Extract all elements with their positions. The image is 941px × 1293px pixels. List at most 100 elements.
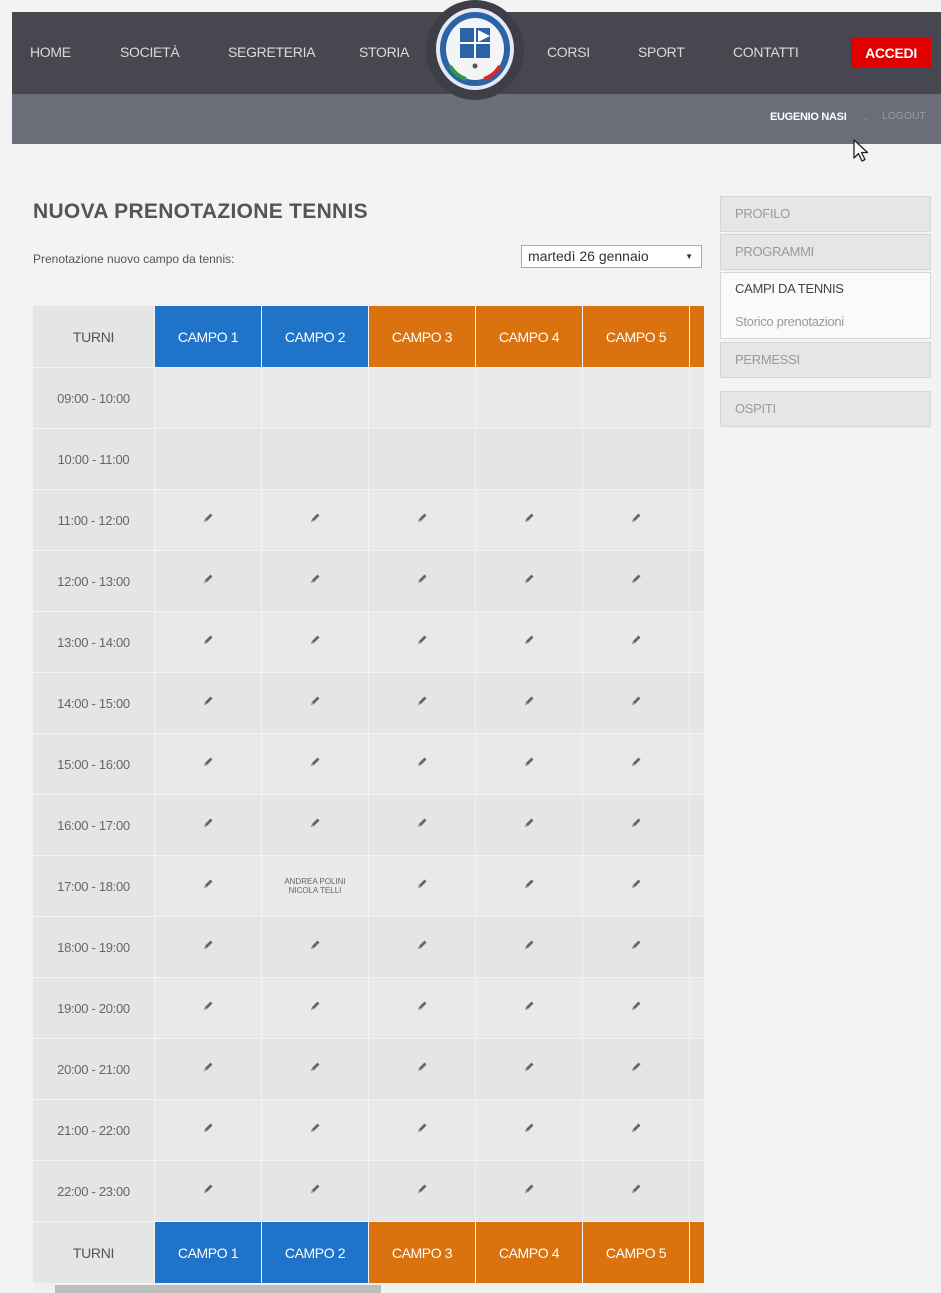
slot-cell[interactable] xyxy=(583,1100,689,1160)
scrollbar-thumb[interactable] xyxy=(55,1285,381,1293)
pencil-icon[interactable] xyxy=(416,999,428,1017)
pencil-icon[interactable] xyxy=(202,755,214,773)
pencil-icon[interactable] xyxy=(416,877,428,895)
slot-cell[interactable] xyxy=(155,856,261,916)
slot-cell[interactable] xyxy=(369,1039,475,1099)
slot-cell[interactable] xyxy=(583,795,689,855)
sidebar-item-ospiti[interactable]: OSPITI xyxy=(720,391,931,427)
nav-contatti[interactable]: CONTATTI xyxy=(733,44,799,60)
slot-cell[interactable] xyxy=(155,1039,261,1099)
pencil-icon[interactable] xyxy=(309,755,321,773)
slot-cell[interactable] xyxy=(155,978,261,1038)
nav-home[interactable]: HOME xyxy=(30,44,71,60)
pencil-icon[interactable] xyxy=(416,755,428,773)
pencil-icon[interactable] xyxy=(416,816,428,834)
pencil-icon[interactable] xyxy=(416,633,428,651)
pencil-icon[interactable] xyxy=(202,1182,214,1200)
sidebar-item-programmi[interactable]: PROGRAMMI xyxy=(720,234,931,270)
pencil-icon[interactable] xyxy=(309,511,321,529)
pencil-icon[interactable] xyxy=(309,572,321,590)
slot-cell[interactable] xyxy=(262,490,368,550)
slot-cell[interactable] xyxy=(262,1100,368,1160)
pencil-icon[interactable] xyxy=(416,1060,428,1078)
slot-cell[interactable] xyxy=(476,1161,582,1221)
slot-cell[interactable] xyxy=(476,1100,582,1160)
pencil-icon[interactable] xyxy=(630,999,642,1017)
pencil-icon[interactable] xyxy=(202,816,214,834)
pencil-icon[interactable] xyxy=(523,1060,535,1078)
pencil-icon[interactable] xyxy=(630,877,642,895)
nav-corsi[interactable]: CORSI xyxy=(547,44,590,60)
sidebar-item-permessi[interactable]: PERMESSI xyxy=(720,342,931,378)
pencil-icon[interactable] xyxy=(309,694,321,712)
pencil-icon[interactable] xyxy=(523,1182,535,1200)
slot-cell[interactable] xyxy=(476,917,582,977)
slot-cell[interactable] xyxy=(262,917,368,977)
pencil-icon[interactable] xyxy=(202,1121,214,1139)
pencil-icon[interactable] xyxy=(202,694,214,712)
slot-cell[interactable] xyxy=(262,551,368,611)
slot-cell[interactable] xyxy=(369,795,475,855)
slot-cell[interactable] xyxy=(369,490,475,550)
pencil-icon[interactable] xyxy=(630,1060,642,1078)
slot-cell[interactable] xyxy=(155,490,261,550)
date-select[interactable]: martedì 26 gennaio ▼ xyxy=(521,245,702,268)
slot-cell[interactable] xyxy=(583,490,689,550)
pencil-icon[interactable] xyxy=(523,755,535,773)
pencil-icon[interactable] xyxy=(416,572,428,590)
slot-cell[interactable] xyxy=(476,612,582,672)
pencil-icon[interactable] xyxy=(523,694,535,712)
slot-cell[interactable] xyxy=(155,612,261,672)
slot-cell[interactable] xyxy=(155,795,261,855)
pencil-icon[interactable] xyxy=(202,877,214,895)
club-logo[interactable] xyxy=(426,0,524,100)
slot-cell[interactable] xyxy=(476,795,582,855)
slot-cell[interactable] xyxy=(155,1161,261,1221)
pencil-icon[interactable] xyxy=(202,572,214,590)
slot-cell[interactable] xyxy=(583,673,689,733)
slot-cell[interactable] xyxy=(369,1100,475,1160)
slot-cell[interactable] xyxy=(583,978,689,1038)
slot-cell[interactable] xyxy=(476,734,582,794)
pencil-icon[interactable] xyxy=(523,1121,535,1139)
nav-storia[interactable]: STORIA xyxy=(359,44,409,60)
pencil-icon[interactable] xyxy=(202,999,214,1017)
slot-cell[interactable] xyxy=(369,673,475,733)
pencil-icon[interactable] xyxy=(523,572,535,590)
horizontal-scrollbar[interactable] xyxy=(33,1283,704,1293)
slot-cell[interactable] xyxy=(583,612,689,672)
pencil-icon[interactable] xyxy=(309,999,321,1017)
pencil-icon[interactable] xyxy=(630,938,642,956)
pencil-icon[interactable] xyxy=(523,999,535,1017)
pencil-icon[interactable] xyxy=(309,1060,321,1078)
slot-cell[interactable] xyxy=(369,612,475,672)
slot-cell[interactable] xyxy=(155,917,261,977)
pencil-icon[interactable] xyxy=(309,633,321,651)
slot-cell[interactable] xyxy=(262,978,368,1038)
slot-cell[interactable] xyxy=(369,917,475,977)
slot-cell[interactable] xyxy=(155,1100,261,1160)
sidebar-item-profilo[interactable]: PROFILO xyxy=(720,196,931,232)
slot-cell[interactable] xyxy=(476,1039,582,1099)
slot-cell[interactable] xyxy=(262,734,368,794)
logout-link[interactable]: LOGOUT xyxy=(882,111,926,122)
slot-cell[interactable] xyxy=(155,734,261,794)
slot-cell[interactable] xyxy=(369,734,475,794)
pencil-icon[interactable] xyxy=(630,816,642,834)
slot-cell[interactable] xyxy=(369,551,475,611)
pencil-icon[interactable] xyxy=(202,511,214,529)
pencil-icon[interactable] xyxy=(202,938,214,956)
slot-cell[interactable] xyxy=(583,551,689,611)
pencil-icon[interactable] xyxy=(523,816,535,834)
slot-cell[interactable] xyxy=(476,856,582,916)
slot-cell[interactable] xyxy=(583,1039,689,1099)
pencil-icon[interactable] xyxy=(202,1060,214,1078)
pencil-icon[interactable] xyxy=(416,511,428,529)
slot-cell[interactable] xyxy=(583,1161,689,1221)
slot-cell[interactable] xyxy=(262,795,368,855)
slot-cell[interactable] xyxy=(155,673,261,733)
slot-cell[interactable] xyxy=(476,673,582,733)
accedi-button[interactable]: ACCEDI xyxy=(851,38,931,68)
pencil-icon[interactable] xyxy=(523,511,535,529)
pencil-icon[interactable] xyxy=(523,633,535,651)
